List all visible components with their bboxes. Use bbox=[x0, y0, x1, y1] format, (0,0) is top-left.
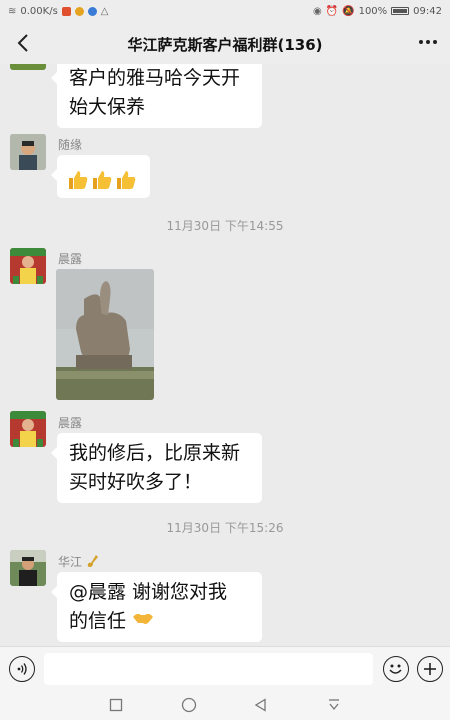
wifi-icon: ≋ bbox=[8, 5, 17, 17]
sender-name: 晨露 bbox=[58, 252, 83, 266]
app-notification-icon bbox=[74, 6, 84, 16]
eye-icon: ◉ bbox=[312, 5, 322, 17]
avatar[interactable] bbox=[10, 134, 46, 170]
plus-icon[interactable] bbox=[417, 656, 443, 682]
more-dots-icon[interactable] bbox=[418, 30, 438, 59]
sender-name: 晨露 bbox=[58, 416, 83, 430]
mention-text: @晨露 谢谢您对我 bbox=[69, 581, 228, 603]
status-bar: ≋ 0.00K/s △ ◉ ⏰ 🔕 100% 09:42 bbox=[0, 0, 450, 22]
message-bubble[interactable] bbox=[51, 155, 150, 198]
message-text-line: @晨露 谢谢您对我 bbox=[69, 578, 250, 607]
app-notification-icon bbox=[87, 6, 97, 16]
message-text: 客户的雅马哈今天开 bbox=[69, 67, 241, 89]
message-text: 始大保养 bbox=[69, 96, 146, 118]
message-text: 买时好吹多了！ bbox=[69, 471, 203, 493]
thumbs-up-emoji bbox=[115, 169, 137, 191]
avatar[interactable] bbox=[10, 411, 46, 447]
sender-name-row: 华江 bbox=[58, 553, 100, 571]
clock: 09:42 bbox=[413, 5, 442, 17]
message-bubble[interactable]: 我的修后，比原来新 买时好吹多了！ bbox=[51, 433, 262, 503]
timestamp: 11月30日 下午14:55 bbox=[166, 219, 284, 233]
avatar[interactable] bbox=[10, 64, 46, 70]
image-message-thumbs-up-statue[interactable] bbox=[56, 269, 154, 400]
voice-icon[interactable] bbox=[9, 656, 35, 682]
avatar[interactable] bbox=[10, 550, 46, 586]
warning-icon: △ bbox=[100, 5, 109, 17]
network-speed: 0.00K/s bbox=[20, 5, 58, 17]
input-bar bbox=[0, 646, 450, 690]
message-text: 的信任 bbox=[69, 610, 127, 632]
app-notification-icon bbox=[61, 6, 71, 16]
sender-name: 随缘 bbox=[58, 138, 83, 152]
battery-icon bbox=[391, 7, 410, 15]
home-icon[interactable] bbox=[181, 697, 197, 713]
avatar[interactable] bbox=[10, 248, 46, 284]
message-text-line: 的信任 bbox=[69, 607, 250, 636]
battery-percent: 100% bbox=[358, 5, 388, 17]
message-text: 我的修后，比原来新 bbox=[69, 442, 241, 464]
message-bubble[interactable]: 客户的雅马哈今天开 始大保养 bbox=[51, 64, 262, 128]
alarm-icon: ⏰ bbox=[325, 5, 339, 17]
back-icon[interactable] bbox=[253, 697, 269, 713]
emoji-icon[interactable] bbox=[383, 656, 409, 682]
chat-title: 华江萨克斯客户福利群(136) bbox=[127, 36, 323, 54]
thumbs-up-emoji bbox=[67, 169, 89, 191]
saxophone-emoji bbox=[86, 554, 100, 571]
mute-icon: 🔕 bbox=[342, 5, 355, 17]
timestamp: 11月30日 下午15:26 bbox=[166, 521, 284, 535]
message-input[interactable] bbox=[44, 653, 373, 685]
message-list[interactable]: 客户的雅马哈今天开 始大保养 随缘 11月30日 下午14:55 晨露 晨露 我… bbox=[0, 64, 450, 646]
system-nav-bar bbox=[0, 690, 450, 720]
handshake-emoji bbox=[132, 607, 154, 636]
chat-header: 华江萨克斯客户福利群(136) bbox=[0, 22, 450, 64]
recent-apps-icon[interactable] bbox=[108, 697, 124, 713]
message-bubble[interactable]: @晨露 谢谢您对我 的信任 bbox=[51, 572, 262, 642]
notification-shade-icon[interactable] bbox=[326, 697, 342, 713]
thumbs-up-emoji bbox=[91, 169, 113, 191]
sender-name: 华江 bbox=[58, 555, 83, 569]
